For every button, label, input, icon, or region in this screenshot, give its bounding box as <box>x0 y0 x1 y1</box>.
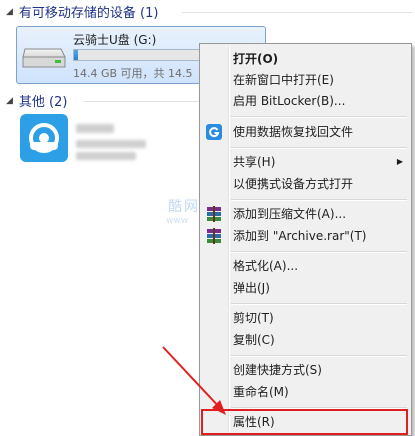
menu-item-recover[interactable]: 使用数据恢复找回文件 <box>202 121 409 143</box>
menu-item-rename[interactable]: 重命名(M) <box>202 381 409 403</box>
group-header-other[interactable]: ◢ 其他 (2) <box>6 91 67 110</box>
menu-item-cut[interactable]: 剪切(T) <box>202 307 409 329</box>
winrar-archive-icon <box>207 228 221 244</box>
context-menu: 打开(O) 在新窗口中打开(E) 启用 BitLocker(B)... 使用数据… <box>199 43 412 436</box>
menu-item-create-shortcut[interactable]: 创建快捷方式(S) <box>202 359 409 381</box>
menu-item-share[interactable]: 共享(H) ▶ <box>202 151 409 173</box>
menu-item-label: 创建快捷方式(S) <box>233 363 322 377</box>
menu-separator <box>231 303 407 305</box>
usb-drive-icon <box>22 48 66 68</box>
menu-separator <box>231 147 407 149</box>
menu-separator <box>231 355 407 357</box>
submenu-arrow-icon: ▶ <box>396 157 403 166</box>
cloud-icon[interactable] <box>20 114 68 162</box>
menu-item-label: 以便携式设备方式打开 <box>233 177 354 191</box>
menu-item-open-new-window[interactable]: 在新窗口中打开(E) <box>202 69 409 91</box>
menu-item-label: 在新窗口中打开(E) <box>233 73 334 87</box>
drive-free-space: 14.4 GB 可用，共 14.5 <box>73 67 193 80</box>
group-title-removable: 有可移动存储的设备 (1) <box>18 6 159 21</box>
menu-item-label: 添加到压缩文件(A)... <box>233 207 347 221</box>
obscured-item-name <box>76 124 114 133</box>
menu-item-add-archive[interactable]: 添加到压缩文件(A)... <box>202 203 409 225</box>
menu-item-label: 重命名(M) <box>233 385 289 399</box>
obscured-item-detail <box>76 140 146 148</box>
menu-item-portable-open[interactable]: 以便携式设备方式打开 <box>202 173 409 195</box>
menu-item-label: 启用 BitLocker(B)... <box>233 94 346 108</box>
menu-item-label: 剪切(T) <box>233 311 274 325</box>
menu-item-label: 弹出(J) <box>233 281 270 295</box>
menu-item-copy[interactable]: 复制(C) <box>202 329 409 351</box>
drive-capacity-fill <box>74 50 78 60</box>
collapse-chevron-icon[interactable]: ◢ <box>6 7 13 17</box>
menu-separator <box>231 251 407 253</box>
menu-item-label: 复制(C) <box>233 333 275 347</box>
menu-item-format[interactable]: 格式化(A)... <box>202 255 409 277</box>
menu-item-open[interactable]: 打开(O) <box>202 48 409 70</box>
group-divider <box>84 101 200 102</box>
collapse-chevron-icon[interactable]: ◢ <box>6 96 13 106</box>
menu-item-label: 格式化(A)... <box>233 259 299 273</box>
winrar-archive-icon <box>207 206 221 222</box>
menu-separator <box>231 199 407 201</box>
recovery-g-icon <box>206 124 222 140</box>
watermark-subtext: www <box>166 216 189 226</box>
group-header-removable[interactable]: ◢ 有可移动存储的设备 (1) <box>6 2 158 21</box>
menu-separator <box>231 116 407 118</box>
annotation-highlight-box <box>201 409 408 435</box>
group-divider <box>182 12 412 13</box>
menu-item-label: 使用数据恢复找回文件 <box>233 125 354 139</box>
menu-item-eject[interactable]: 弹出(J) <box>202 277 409 299</box>
menu-item-add-archive-rar[interactable]: 添加到 "Archive.rar"(T) <box>202 225 409 247</box>
obscured-item-detail <box>76 152 136 160</box>
menu-item-label: 共享(H) <box>233 155 276 169</box>
group-title-other: 其他 (2) <box>18 95 68 110</box>
menu-item-label: 打开(O) <box>233 52 279 66</box>
menu-item-bitlocker[interactable]: 启用 BitLocker(B)... <box>202 90 409 112</box>
drive-name: 云骑士U盘 (G:) <box>73 33 157 47</box>
menu-item-label: 添加到 "Archive.rar"(T) <box>233 229 367 243</box>
watermark-text: 酷网 <box>168 199 200 215</box>
